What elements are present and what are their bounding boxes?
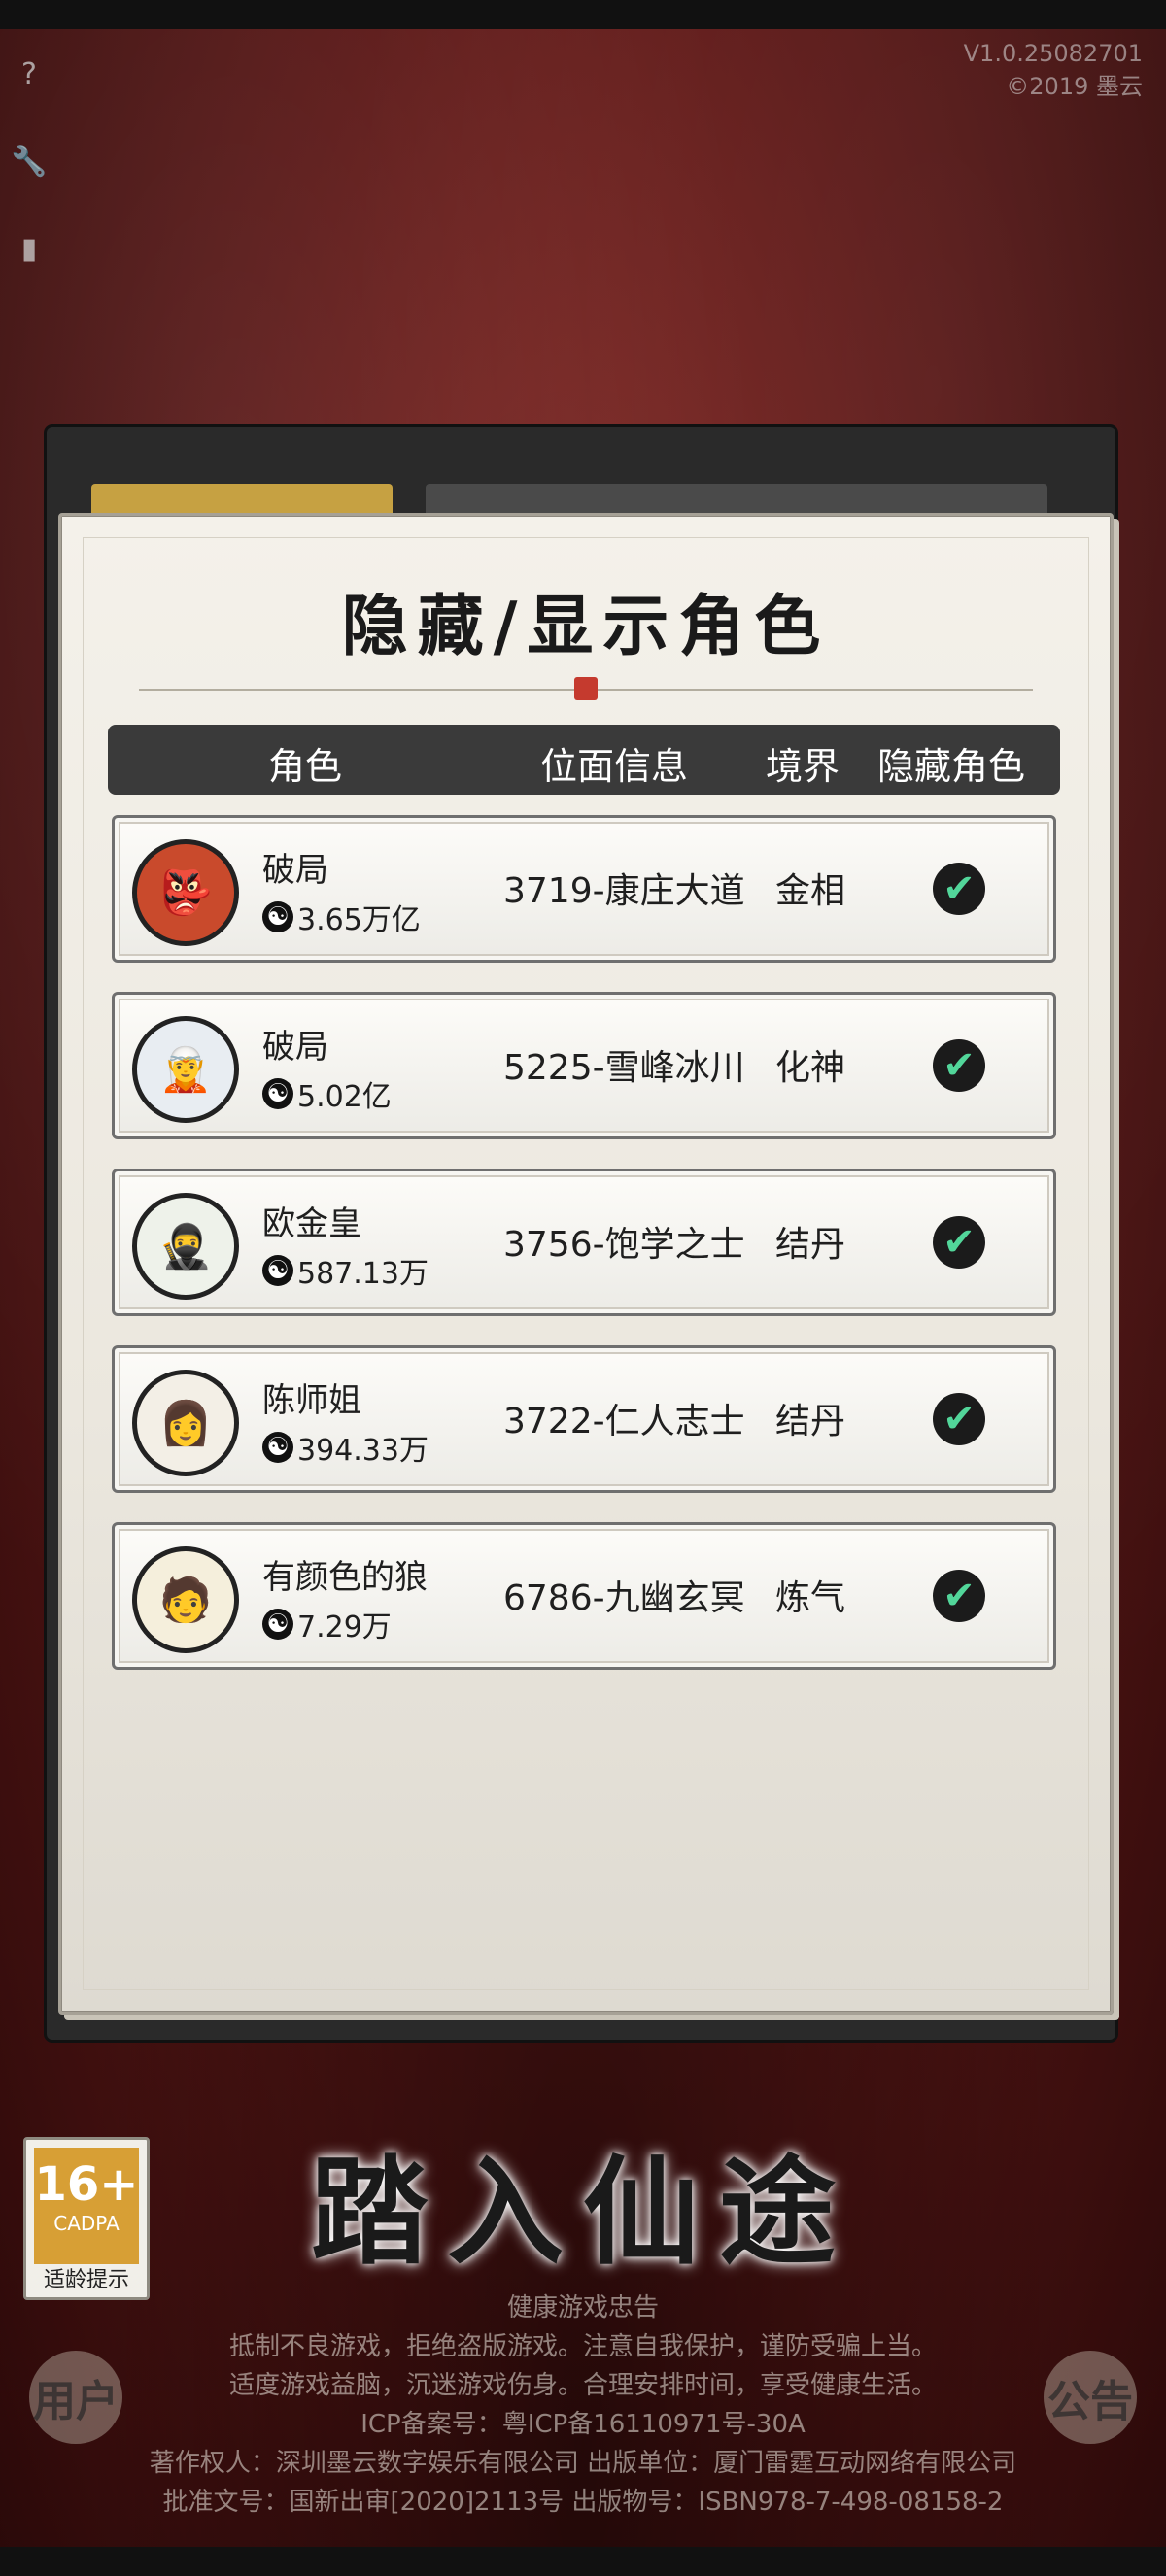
enter-game-button[interactable]: 踏入仙途: [0, 2118, 1166, 2287]
table-row[interactable]: 👺 破局 ☯ 3.65万亿 3719-康庄大道 金相 ✔: [112, 815, 1056, 963]
age-rating-badge[interactable]: 16+ CADPA 适龄提示: [23, 2137, 150, 2300]
header-hide: 隐藏角色: [877, 745, 1026, 788]
role-name: 破局: [262, 851, 328, 890]
signal-icon[interactable]: ▮: [8, 227, 51, 270]
realm: 结丹: [775, 1402, 846, 1441]
role-power: ☯ 7.29万: [262, 1603, 392, 1645]
realm: 金相: [775, 871, 846, 911]
table-row[interactable]: 🧝 破局 ☯ 5.02亿 5225-雪峰冰川 化神 ✔: [112, 992, 1056, 1139]
realm: 化神: [775, 1048, 846, 1088]
health-advisory: 健康游戏忠告 抵制不良游戏，拒绝盗版游戏。注意自我保护，谨防受骗上当。 适度游戏…: [0, 2288, 1166, 2522]
user-button[interactable]: 用户: [29, 2351, 122, 2444]
table-row[interactable]: 🥷 欧金皇 ☯ 587.13万 3756-饱学之士 结丹 ✔: [112, 1169, 1056, 1316]
role-power: ☯ 394.33万: [262, 1426, 429, 1469]
plane-info: 3719-康庄大道: [503, 871, 745, 911]
realm: 炼气: [775, 1578, 846, 1618]
header-plane: 位面信息: [540, 745, 689, 788]
yin-yang-icon: ☯: [262, 901, 293, 932]
header-realm: 境界: [766, 745, 840, 788]
header-role: 角色: [268, 745, 343, 788]
plane-info: 6786-九幽玄冥: [503, 1578, 745, 1618]
role-power: ☯ 3.65万亿: [262, 896, 421, 938]
plane-info: 3756-饱学之士: [503, 1225, 745, 1265]
plane-info: 3722-仁人志士: [503, 1402, 745, 1441]
role-name: 有颜色的狼: [262, 1558, 428, 1597]
yin-yang-icon: ☯: [262, 1432, 293, 1463]
hide-checkbox[interactable]: ✔: [933, 1039, 985, 1092]
age-org: CADPA: [53, 2212, 120, 2235]
age-rating-block: 16+ CADPA: [34, 2148, 139, 2264]
hide-show-dialog: 隐藏/显示角色 角色 位面信息 境界 隐藏角色 👺 破局 ☯ 3.65万亿 371…: [58, 513, 1114, 2015]
table-row[interactable]: 👩 陈师姐 ☯ 394.33万 3722-仁人志士 结丹 ✔: [112, 1345, 1056, 1493]
realm: 结丹: [775, 1225, 846, 1265]
version-number: V1.0.25082701: [963, 40, 1143, 67]
plane-info: 5225-雪峰冰川: [503, 1048, 745, 1088]
icp-line: ICP备案号：粤ICP备16110971号-30A: [360, 2410, 806, 2439]
role-power: ☯ 5.02亿: [262, 1072, 392, 1115]
hide-checkbox[interactable]: ✔: [933, 863, 985, 915]
hide-checkbox[interactable]: ✔: [933, 1570, 985, 1622]
hide-checkbox[interactable]: ✔: [933, 1216, 985, 1269]
hide-checkbox[interactable]: ✔: [933, 1393, 985, 1445]
copyright-line: 著作权人：深圳墨云数字娱乐有限公司 出版单位：厦门雷霆互动网络有限公司: [149, 2449, 1017, 2478]
seal-icon: [574, 677, 598, 700]
role-power: ☯ 587.13万: [262, 1249, 429, 1292]
role-name: 陈师姐: [262, 1381, 361, 1420]
avatar: 🧝: [132, 1016, 239, 1123]
version-info: V1.0.25082701 ©2019 墨云: [964, 37, 1143, 103]
notice-button[interactable]: 公告: [1044, 2351, 1137, 2444]
yin-yang-icon: ☯: [262, 1078, 293, 1109]
help-icon[interactable]: ?: [8, 52, 51, 95]
avatar: 👺: [132, 839, 239, 946]
yin-yang-icon: ☯: [262, 1609, 293, 1640]
nav-strip: [0, 2547, 1166, 2576]
dialog-title: 隐藏/显示角色: [341, 588, 831, 665]
age-number: 16+: [34, 2157, 139, 2212]
approval-line: 批准文号：国新出审[2020]2113号 出版物号：ISBN978-7-498-…: [162, 2488, 1004, 2517]
health-title: 健康游戏忠告: [506, 2293, 659, 2322]
role-name: 欧金皇: [262, 1204, 361, 1243]
health-line: 抵制不良游戏，拒绝盗版游戏。注意自我保护，谨防受骗上当。: [228, 2332, 937, 2361]
table-row[interactable]: 🧑 有颜色的狼 ☯ 7.29万 6786-九幽玄冥 炼气 ✔: [112, 1522, 1056, 1670]
avatar: 🥷: [132, 1193, 239, 1300]
avatar: 👩: [132, 1370, 239, 1476]
status-strip: [0, 0, 1166, 29]
health-line: 适度游戏益脑，沉迷游戏伤身。合理安排时间，享受健康生活。: [228, 2371, 937, 2400]
role-name: 破局: [262, 1028, 328, 1067]
yin-yang-icon: ☯: [262, 1255, 293, 1286]
wrench-icon[interactable]: 🔧: [8, 140, 51, 183]
avatar: 🧑: [132, 1546, 239, 1653]
copyright: ©2019 墨云: [1006, 73, 1143, 100]
table-header: 角色 位面信息 境界 隐藏角色: [108, 725, 1060, 795]
